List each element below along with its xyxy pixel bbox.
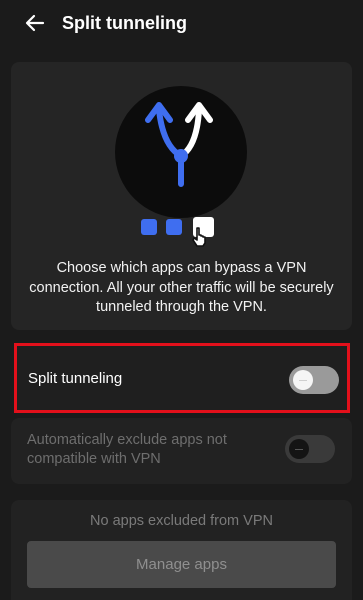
auto-exclude-label: Automatically exclude apps not compatibl… [27,432,227,467]
app-square [166,219,182,235]
hand-pointer-icon [192,227,206,247]
top-bar: Split tunneling [0,0,363,46]
toggle-knob [289,439,309,459]
excluded-apps-card: No apps excluded from VPN Manage apps [11,500,352,600]
arrow-left-icon [25,14,45,32]
split-tunneling-toggle[interactable] [289,366,339,394]
split-tunneling-label: Split tunneling [28,370,123,387]
auto-exclude-toggle[interactable] [285,435,335,463]
manage-apps-button[interactable]: Manage apps [27,541,336,588]
back-button[interactable] [22,11,48,35]
split-tunneling-row[interactable]: Split tunneling [14,343,350,413]
page-title: Split tunneling [62,13,187,33]
no-apps-excluded-text: No apps excluded from VPN [90,513,273,529]
hero-description: Choose which apps can bypass a VPN conne… [29,260,334,315]
auto-exclude-row: Automatically exclude apps not compatibl… [11,418,352,484]
app-squares-with-hand-pointer-icon [138,214,222,254]
toggle-knob [293,370,313,390]
app-square [141,219,157,235]
split-arrows-icon [145,102,213,187]
